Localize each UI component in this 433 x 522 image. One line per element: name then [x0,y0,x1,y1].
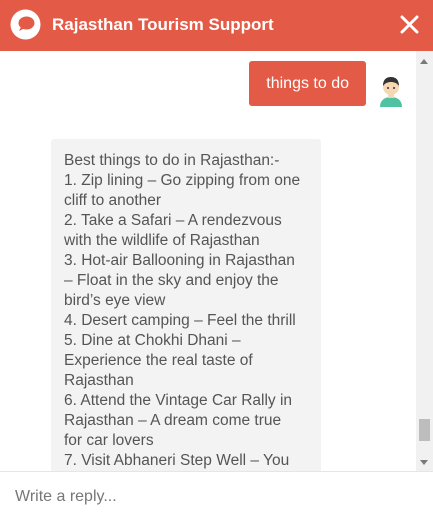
bot-message-line: Best things to do in Rajasthan:- [64,152,280,169]
bot-message-line: 7. Visit Abhaneri Step Well – You [64,452,290,469]
bot-message-line: bird’s eye view [64,292,166,309]
bot-message-bubble: Best things to do in Rajasthan:- 1. Zip … [51,139,321,471]
bot-message-line: Experience the real taste of [64,352,253,369]
bot-message-line: 3. Hot-air Ballooning in Rajasthan [64,252,295,269]
chat-window: Rajasthan Tourism Support things to do B… [0,0,433,522]
bot-message-line: – Float in the sky and enjoy the [64,272,279,289]
message-scrollbar[interactable] [416,51,433,471]
chat-header: Rajasthan Tourism Support [0,0,433,51]
reply-input[interactable] [0,472,433,522]
bot-message-line: 2. Take a Safari – A rendezvous [64,212,282,229]
bot-message-line: 6. Attend the Vintage Car Rally in [64,392,293,409]
bot-message-line: Rajasthan [64,372,134,389]
scroll-up-arrow-icon[interactable] [420,59,428,64]
bot-message-line: 1. Zip lining – Go zipping from one [64,172,301,189]
scroll-down-arrow-icon[interactable] [420,460,428,465]
user-message-bubble: things to do [249,61,366,106]
user-avatar-icon [380,77,402,107]
bot-message-line: 5. Dine at Chokhi Dhani – [64,332,241,349]
chat-title: Rajasthan Tourism Support [52,15,274,34]
bot-message-line: for car lovers [64,432,154,449]
user-message: things to do [0,61,433,111]
chat-bubble-icon [10,9,41,40]
bot-message-line: 4. Desert camping – Feel the thrill [64,312,296,329]
message-list[interactable]: things to do Best things to do in Rajast… [0,51,433,471]
scrollbar-thumb[interactable] [419,419,430,441]
bot-message-line: cliff to another [64,192,162,209]
close-icon[interactable] [400,15,419,34]
bot-message-line: with the wildlife of Rajasthan [64,232,260,249]
bot-message-line: Rajasthan – A dream come true [64,412,282,429]
